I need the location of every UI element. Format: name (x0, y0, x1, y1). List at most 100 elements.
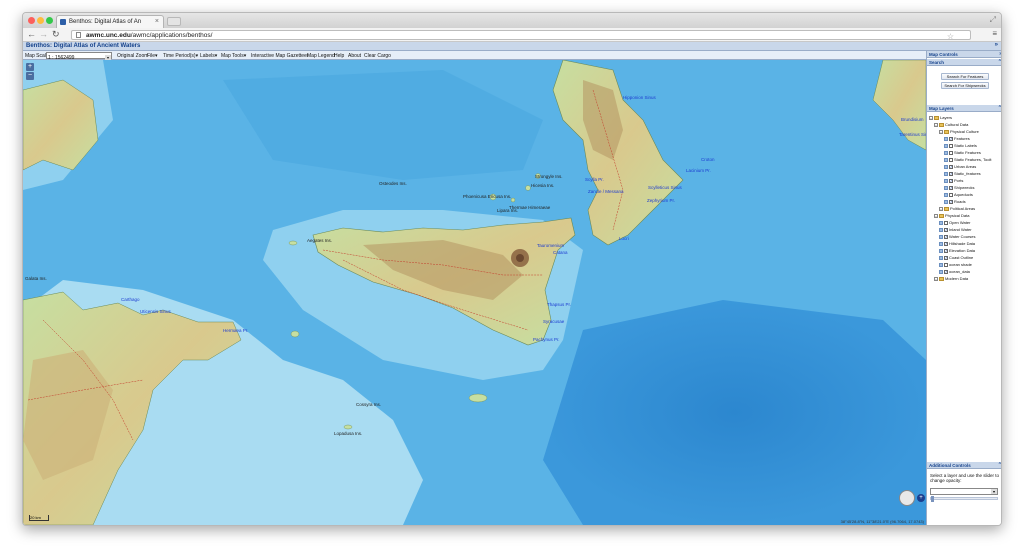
fullscreen-icon[interactable]: ⤢ (990, 15, 996, 25)
map-label[interactable]: Thapsus Pr. (547, 302, 571, 307)
map-label[interactable]: Tarentinus Sinus (899, 132, 926, 137)
layer-checkbox[interactable] (949, 157, 953, 162)
layer-tree-node[interactable]: Static Features (944, 150, 981, 156)
map-label[interactable]: Thermae Himeraeae (509, 205, 550, 210)
new-tab-button[interactable] (167, 17, 181, 26)
expand-toggle-icon[interactable]: − (934, 213, 938, 218)
menu-interactive-gazetteer[interactable]: Interactive Map Gazetteer (251, 53, 309, 59)
layer-tree-node[interactable]: ✓Shipwrecks (944, 185, 974, 191)
layer-tree-node[interactable]: ✓ocean_data (939, 269, 970, 275)
layer-tree-node[interactable]: − Modern Data (934, 276, 968, 282)
layer-tree-node[interactable]: − Layers (929, 115, 952, 121)
search-features-button[interactable]: Search For Features (941, 73, 989, 80)
layer-checkbox[interactable] (949, 192, 953, 197)
collapse-panel-button[interactable]: » (995, 42, 998, 48)
opacity-slider-handle[interactable] (931, 496, 934, 502)
close-window-button[interactable] (28, 17, 35, 24)
map-label[interactable]: Hermaea Pr. (223, 328, 248, 333)
layer-checkbox[interactable]: ✓ (949, 185, 953, 190)
collapse-icon[interactable]: ⌃ (998, 105, 1001, 111)
layer-checkbox[interactable]: ✓ (944, 234, 948, 239)
layer-checkbox[interactable] (949, 150, 953, 155)
expand-toggle-icon[interactable]: − (934, 122, 938, 127)
layer-tree-node[interactable]: ✓Elevation Data (939, 248, 975, 254)
layer-tree-node[interactable]: ✓Water Courses (939, 234, 976, 240)
layer-tree-node[interactable]: − Physical Data (934, 213, 969, 219)
map-label[interactable]: Catana (553, 250, 568, 255)
layer-tree-node[interactable]: ✓Inland Water (939, 227, 972, 233)
map-label[interactable]: Strongyle Ins. (535, 174, 563, 179)
map-label[interactable]: Osteodes Ins. (379, 181, 407, 186)
layer-tree-node[interactable]: − Physical Culture (939, 129, 979, 135)
map-label[interactable]: Hipponion Sinus (623, 95, 656, 100)
layer-tree-node[interactable]: Open Water (939, 220, 970, 226)
layer-checkbox[interactable]: ✓ (949, 136, 953, 141)
layer-checkbox[interactable]: ✓ (944, 269, 948, 274)
browser-menu-icon[interactable]: ≡ (992, 29, 997, 38)
zoom-out-button[interactable]: − (26, 72, 34, 80)
map-label[interactable]: Syracusae (543, 319, 564, 324)
map-label[interactable]: Aegates Ins. (307, 238, 332, 243)
map-label[interactable]: Lacinium Pr. (686, 168, 711, 173)
map-scale-select[interactable]: 1 : 1562499 ▾ (46, 52, 112, 61)
layer-tree-node[interactable]: ✓Urban Areas (944, 164, 976, 170)
expand-toggle-icon[interactable]: − (939, 129, 943, 134)
layer-checkbox[interactable] (944, 220, 948, 225)
map-label[interactable]: Croton (701, 157, 715, 162)
map-label[interactable]: Pachynus Pr. (533, 337, 560, 342)
minimize-window-button[interactable] (37, 17, 44, 24)
map-label[interactable]: Cossyra Ins. (356, 402, 381, 407)
map-label[interactable]: Locri (619, 236, 629, 241)
collapse-icon[interactable]: ⌃ (998, 462, 1001, 468)
expand-toggle-icon[interactable]: − (939, 206, 943, 211)
map-label[interactable]: Carthago (121, 297, 140, 302)
layer-checkbox[interactable]: ✓ (949, 164, 953, 169)
menu-about[interactable]: About (348, 53, 361, 59)
layer-checkbox[interactable]: ✓ (944, 248, 948, 253)
collapse-icon[interactable]: ⌃ (998, 59, 1001, 65)
layer-tree-node[interactable]: Static Features, Toolt (944, 157, 992, 163)
collapse-icon[interactable]: » (999, 51, 1001, 57)
back-icon[interactable]: ← (27, 29, 36, 39)
layer-select[interactable]: ▾ (930, 488, 998, 495)
menu-clear-cargo[interactable]: Clear Cargo (364, 53, 391, 59)
menu-map-tools[interactable]: Map Tools▾ (221, 53, 246, 59)
map-label[interactable]: Phoenicusa Ericusa Ins. (463, 194, 511, 199)
map-label[interactable]: Lopadusa Ins. (334, 431, 362, 436)
menu-help[interactable]: Help (334, 53, 344, 59)
map-label[interactable]: Hicesia Ins. (531, 183, 554, 188)
layer-tree-node[interactable]: − Political Areas (939, 206, 975, 212)
zoom-in-button[interactable]: + (26, 63, 34, 71)
menu-labels[interactable]: Labels▾ (200, 53, 217, 59)
layer-checkbox[interactable]: ✓ (944, 227, 948, 232)
browser-tab[interactable]: Benthos: Digital Atlas of An × (56, 15, 164, 28)
maximize-window-button[interactable] (46, 17, 53, 24)
layer-tree-node[interactable]: ocean shade (939, 262, 972, 268)
expand-toggle-icon[interactable]: − (934, 276, 938, 281)
layer-tree-node[interactable]: ✓Ports (944, 178, 963, 184)
layer-tree-node[interactable]: Static Labels (944, 143, 977, 149)
address-bar[interactable]: awmc.unc.edu/awmc/applications/benthos/ … (71, 30, 971, 41)
layer-checkbox[interactable]: ✓ (944, 255, 948, 260)
layer-checkbox[interactable]: ✓ (949, 199, 953, 204)
bookmark-star-icon[interactable]: ☆ (947, 32, 954, 41)
menu-file[interactable]: File▾ (147, 53, 158, 59)
menu-original-zoom[interactable]: Original Zoom (117, 53, 148, 59)
pan-compass[interactable] (899, 490, 915, 506)
map-label[interactable]: Scylleticus Sinus (648, 185, 682, 190)
compass-zoom-icon[interactable]: + (917, 494, 925, 502)
layer-checkbox[interactable]: ✓ (949, 171, 953, 176)
reload-icon[interactable]: ↻ (52, 29, 60, 40)
menu-map-legend[interactable]: Map Legend (307, 53, 335, 59)
tab-close-icon[interactable]: × (155, 18, 159, 25)
map-label[interactable]: Uticensis Sinus (140, 309, 171, 314)
layer-tree-node[interactable]: ✓Roads (944, 199, 966, 205)
expand-toggle-icon[interactable]: − (929, 115, 933, 120)
layer-checkbox[interactable]: ✓ (944, 241, 948, 246)
map-controls-header[interactable]: Map Controls » (927, 51, 1001, 58)
map-label[interactable]: Galata Ins. (25, 276, 47, 281)
search-shipwrecks-button[interactable]: Search For Shipwrecks (941, 82, 989, 89)
map-label[interactable]: Zephyrium Pr. (647, 198, 675, 203)
forward-icon[interactable]: → (39, 29, 48, 39)
map-label[interactable]: Zancle / Messana (588, 189, 624, 194)
